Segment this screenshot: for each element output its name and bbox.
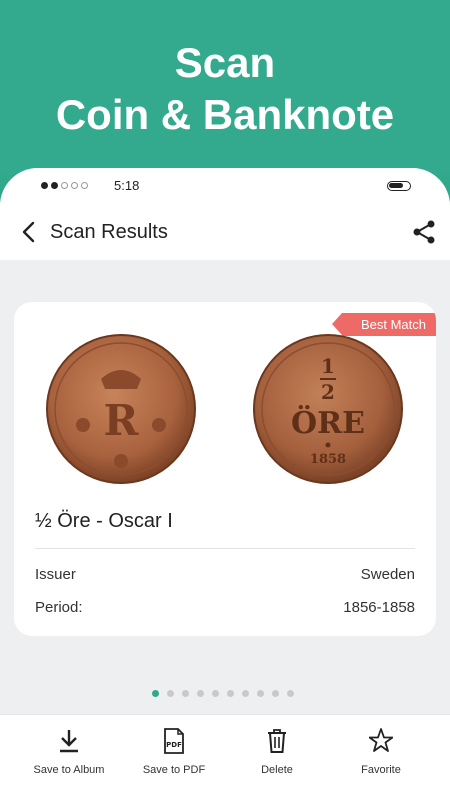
download-icon [60, 730, 78, 753]
promo-title-line2: Coin & Banknote [55, 91, 395, 138]
page-dot[interactable] [272, 690, 279, 697]
coin-obverse-image[interactable]: R [45, 333, 197, 485]
status-time: 5:18 [114, 178, 140, 193]
page-dot[interactable] [287, 690, 294, 697]
svg-text:ÖRE: ÖRE [291, 404, 365, 441]
svg-text:1: 1 [321, 354, 335, 378]
back-arrow-icon[interactable] [18, 219, 40, 245]
save-to-pdf-button[interactable]: PDF Save to PDF [118, 715, 230, 800]
page-indicator [152, 690, 294, 697]
page-dot[interactable] [182, 690, 189, 697]
trash-icon [268, 729, 286, 753]
coin-reverse-image[interactable]: 1 2 ÖRE 1858 [252, 333, 404, 485]
page-dot[interactable] [212, 690, 219, 697]
period-label: Period: [35, 599, 83, 616]
delete-label: Delete [261, 764, 293, 776]
phone-screen: 5:18 Scan Results Best Match R 1 2 ÖRE 1… [0, 168, 450, 800]
save-to-album-label: Save to Album [33, 764, 105, 776]
battery-icon [387, 181, 411, 191]
delete-button[interactable]: Delete [221, 715, 333, 800]
share-icon[interactable] [410, 218, 438, 246]
status-bar: 5:18 [0, 168, 450, 204]
save-to-album-button[interactable]: Save to Album [13, 715, 125, 800]
coin-name: ½ Öre - Oscar I [35, 510, 173, 532]
page-dot[interactable] [167, 690, 174, 697]
issuer-value: Sweden [360, 566, 415, 583]
svg-text:R: R [104, 396, 140, 445]
page-dot[interactable] [242, 690, 249, 697]
issuer-label: Issuer [35, 566, 76, 583]
favorite-label: Favorite [361, 764, 401, 776]
period-value: 1856-1858 [343, 599, 415, 616]
page-dot[interactable] [257, 690, 264, 697]
star-icon [369, 728, 393, 752]
favorite-button[interactable]: Favorite [325, 715, 437, 800]
svg-text:1858: 1858 [310, 452, 346, 467]
promo-header: Scan Coin & Banknote [0, 0, 450, 175]
save-to-pdf-label: Save to PDF [142, 764, 206, 776]
signal-icon [41, 182, 88, 189]
result-card[interactable]: Best Match R 1 2 ÖRE 1858 ½ Öre - Oscar … [14, 302, 436, 636]
promo-title-line1: Scan [174, 39, 276, 86]
page-dot[interactable] [197, 690, 204, 697]
page-title: Scan Results [50, 221, 168, 243]
app-bar: Scan Results [0, 204, 450, 260]
svg-text:2: 2 [321, 380, 335, 404]
page-dot[interactable] [152, 690, 159, 697]
bottom-toolbar: Save to Album PDF Save to PDF Delete Fav… [0, 714, 450, 800]
page-dot[interactable] [227, 690, 234, 697]
svg-text:PDF: PDF [166, 741, 182, 749]
divider [35, 548, 415, 549]
pdf-file-icon: PDF [164, 728, 184, 754]
